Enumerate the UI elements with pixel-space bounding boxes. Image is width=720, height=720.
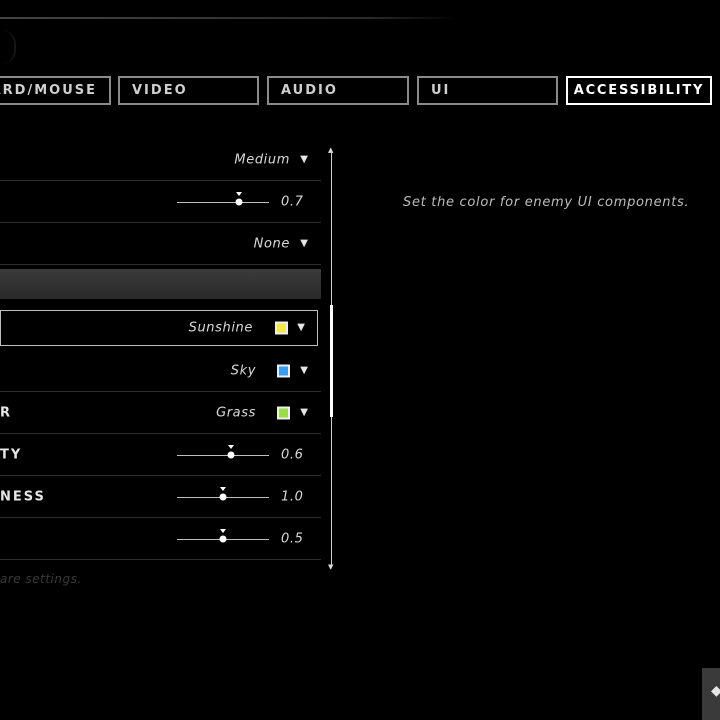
setting-description: Set the color for enemy UI components. [403,195,690,210]
color-swatch [277,406,290,419]
slider-track[interactable] [177,201,269,203]
color-value: Sky [230,363,256,378]
slider-value: 0.5 [281,531,304,546]
color-swatch [275,321,288,335]
setting-label: R [0,405,13,420]
logo-icon: ◆ [711,683,720,699]
slider-default-marker [220,528,226,533]
setting-row-color-3[interactable]: R Grass ▼ [0,392,321,434]
caret-down-icon[interactable]: ▼ [300,364,308,375]
color-value: Sunshine [188,320,253,336]
caret-down-icon[interactable]: ▼ [297,322,305,333]
corner-badge: ◆ [702,668,720,720]
dropdown-value: None [253,236,290,251]
caret-down-icon[interactable]: ▼ [300,237,308,248]
slider-default-marker [228,444,234,449]
scrollbar-thumb[interactable] [330,305,333,417]
color-value: Grass [216,405,256,420]
tab-ui[interactable]: UI [417,76,558,105]
setting-row-slider-4[interactable]: 0.5 [0,518,321,560]
tab-video[interactable]: VIDEO [118,76,259,105]
setting-row-slider-2[interactable]: TY 0.6 [0,434,321,476]
tab-keyboard-mouse[interactable]: ARD/MOUSE [0,76,111,105]
tab-audio[interactable]: AUDIO [267,76,409,105]
slider-knob[interactable] [227,451,235,458]
color-swatch [277,364,290,377]
setting-row-dropdown-1[interactable]: Medium ▼ [0,139,321,181]
footer-note: are settings. [0,572,82,586]
slider-value: 0.7 [281,194,304,209]
top-divider [0,17,460,19]
back-shape [0,30,16,64]
setting-label: NESS [0,489,46,504]
slider-default-marker [220,486,226,491]
setting-row-color-enemy[interactable]: Sunshine ▼ [0,310,318,346]
slider-default-marker [236,191,242,196]
slider-knob[interactable] [219,493,227,500]
tab-accessibility[interactable]: ACCESSIBILITY [566,76,712,105]
setting-row-slider-1[interactable]: 0.7 [0,181,321,223]
slider-knob[interactable] [235,198,243,205]
setting-row-color-2[interactable]: Sky ▼ [0,350,321,392]
setting-row-slider-3[interactable]: NESS 1.0 [0,476,321,518]
caret-down-icon[interactable]: ▼ [300,406,308,417]
section-header-bar [0,269,321,299]
setting-row-dropdown-2[interactable]: None ▼ [0,223,321,265]
arrow-down-icon[interactable]: ▼ [328,563,333,571]
slider-value: 1.0 [281,489,304,504]
caret-down-icon[interactable]: ▼ [300,153,308,164]
dropdown-value: Medium [234,152,290,167]
slider-value: 0.6 [281,447,304,462]
setting-label: TY [0,447,23,462]
slider-knob[interactable] [219,535,227,542]
slider-track[interactable] [177,454,269,456]
